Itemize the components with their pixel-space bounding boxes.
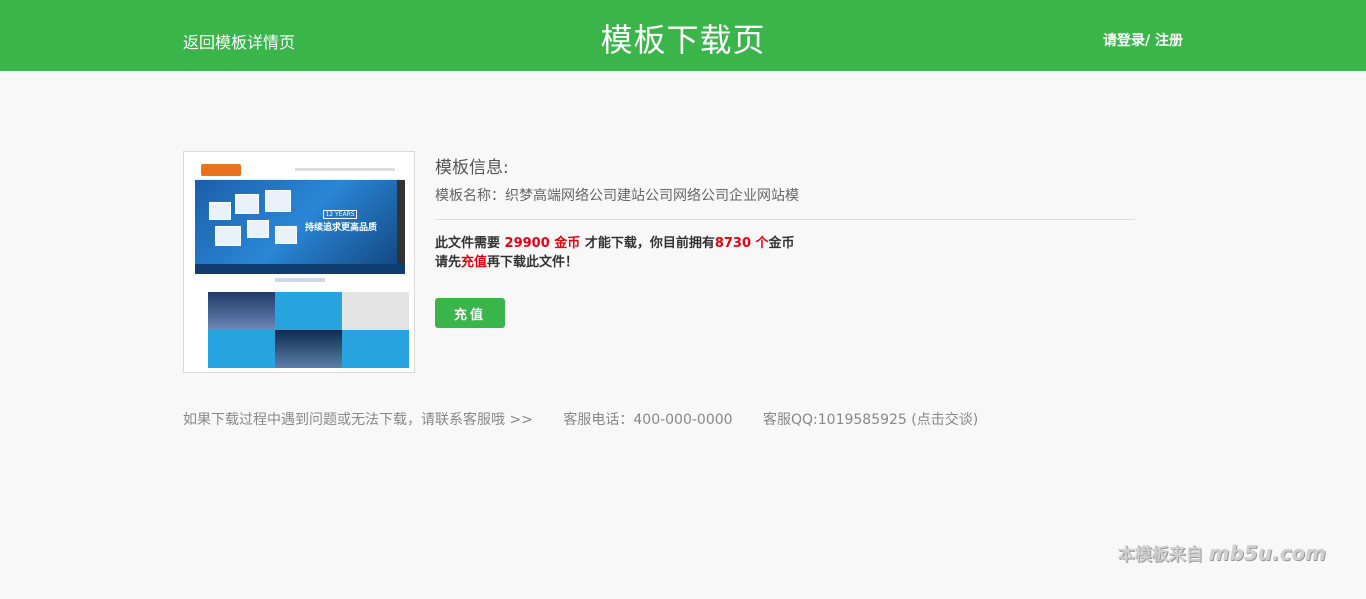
current-balance: 8730 个 [714,236,769,251]
template-thumbnail: 12 YEARS 持续追求更高品质 [183,151,415,373]
thumb-card [265,190,291,212]
template-name-value: 织梦高端网络公司建站公司网络公司企业网站模 [505,188,799,204]
login-separator: / [1145,33,1155,49]
support-info: 如果下载过程中遇到问题或无法下载，请联系客服哦 >> 客服电话：400-000-… [183,409,1004,429]
recharge-prompt: 请先充值再下载此文件！ [435,251,578,270]
watermark-prefix: 本模板来自 [1117,545,1203,565]
thumb-cell [342,292,409,330]
template-name-label: 模板名称： [435,188,505,204]
thumb-band [195,264,405,274]
register-link[interactable]: 注册 [1155,33,1183,49]
thumb-cell [275,292,342,330]
thumb-heading [275,278,325,282]
recharge-button[interactable]: 充值 [435,298,505,328]
divider [435,219,1135,220]
login-link[interactable]: 请登录 [1103,33,1145,49]
thumb-cell [275,330,342,368]
template-info-title: 模板信息: [435,158,509,178]
required-coins: 29900 金币 [504,236,581,251]
support-phone: 客服电话：400-000-0000 [563,412,733,428]
thumb-hero-badge: 12 YEARS [323,210,357,219]
msg2-prefix: 请先 [435,255,462,270]
login-area: 请登录/ 注册 [1103,30,1183,50]
msg-suffix: 金币 [768,236,795,251]
thumb-card [247,220,269,238]
recharge-link[interactable]: 充值 [461,255,487,270]
watermark-brand: mb5u.com [1208,541,1326,565]
support-qq-link[interactable]: 客服QQ:1019585925 (点击交谈) [763,412,978,428]
thumb-nav [295,168,395,171]
thumb-sidebar [397,180,405,270]
watermark: 本模板来自 mb5u.com [1118,540,1326,565]
msg-prefix: 此文件需要 [435,236,505,251]
thumb-card [275,226,297,244]
thumb-hero-banner: 12 YEARS 持续追求更高品质 [195,180,405,264]
thumb-hero-text: 持续追求更高品质 [305,223,378,233]
thumb-card [215,226,241,246]
thumb-cell [342,330,409,368]
thumb-logo [201,164,241,176]
thumbnail-preview: 12 YEARS 持续追求更高品质 [195,160,409,368]
thumb-card [209,202,231,220]
header-bar: 返回模板详情页 模板下载页 请登录/ 注册 [0,0,1366,71]
template-name: 模板名称：织梦高端网络公司建站公司网络公司企业网站模 [435,185,799,205]
thumb-topbar [195,160,405,180]
help-link[interactable]: 如果下载过程中遇到问题或无法下载，请联系客服哦 >> [183,412,533,428]
msg-middle: 才能下载，你目前拥有 [580,236,715,251]
thumb-cell [208,292,275,330]
thumb-card [235,194,259,214]
msg2-suffix: 再下载此文件！ [487,255,579,270]
download-cost-message: 此文件需要 29900 金币 才能下载，你目前拥有8730 个金币 [435,232,795,251]
thumb-cell [208,330,275,368]
